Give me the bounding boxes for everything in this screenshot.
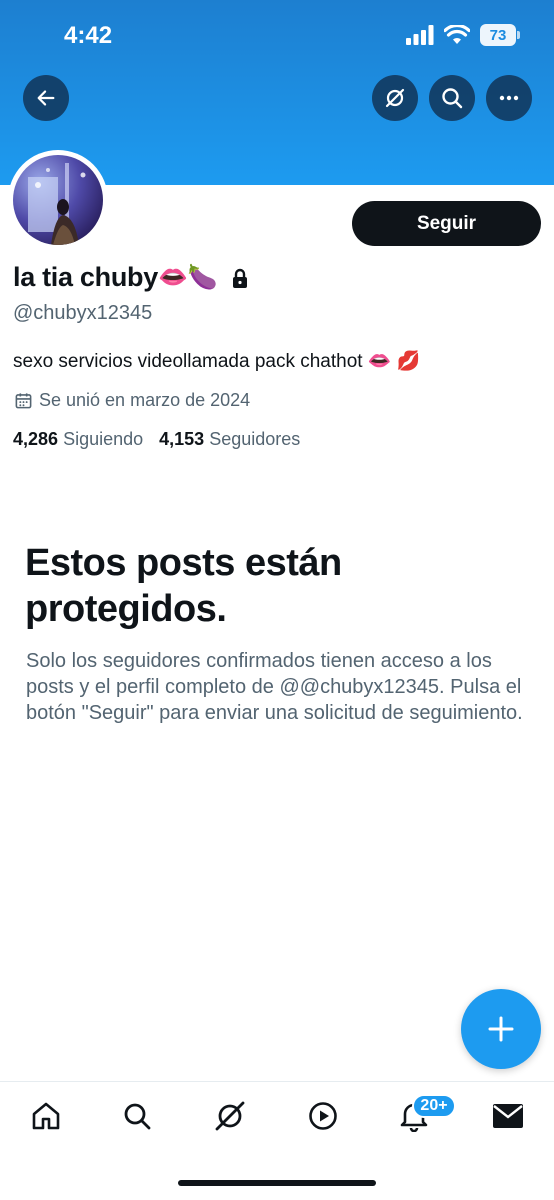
lock-icon: [232, 268, 247, 288]
avatar-illustration: [28, 163, 86, 245]
battery-level: 73: [489, 26, 507, 44]
search-button[interactable]: [429, 75, 475, 121]
profile-stats: 4,286 Siguiendo 4,153 Seguidores: [13, 429, 300, 450]
tab-home[interactable]: [28, 1098, 64, 1134]
profile-handle: @chubyx12345: [13, 302, 153, 324]
tab-video[interactable]: [305, 1098, 341, 1134]
more-button[interactable]: [486, 75, 532, 121]
followers-label: Seguidores: [209, 429, 301, 449]
calendar-icon: [15, 393, 32, 409]
joined-date: Se unió en marzo de 2024: [14, 390, 250, 411]
following-link[interactable]: 4,286 Siguiendo: [13, 429, 143, 450]
profile-name-emojis: 👄🍆: [157, 264, 218, 291]
more-icon: [499, 95, 519, 101]
protected-title: Estos posts están protegidos.: [25, 542, 342, 630]
tab-grok[interactable]: [212, 1098, 248, 1134]
followers-count: 4,153: [159, 429, 205, 449]
video-icon: [309, 1102, 337, 1130]
back-arrow-icon: [37, 90, 55, 106]
grok-tab-icon: [215, 1101, 245, 1131]
following-label: Siguiendo: [63, 429, 144, 449]
compose-post-button[interactable]: [461, 989, 541, 1069]
plus-icon: [488, 1016, 514, 1042]
profile-name: la tia chuby: [13, 262, 158, 292]
grok-button[interactable]: [372, 75, 418, 121]
mail-icon: [493, 1104, 523, 1128]
following-count: 4,286: [13, 429, 59, 449]
back-button[interactable]: [23, 75, 69, 121]
tab-explore[interactable]: [119, 1098, 155, 1134]
home-icon: [32, 1102, 60, 1130]
search-icon: [442, 88, 463, 109]
tab-messages[interactable]: [490, 1098, 526, 1134]
profile-name-row: la tia chuby 👄🍆: [13, 262, 250, 293]
avatar-image: [13, 155, 103, 245]
status-icons: 73: [406, 24, 520, 46]
joined-text: Se unió en marzo de 2024: [39, 390, 251, 410]
grok-icon: [385, 88, 405, 108]
protected-description: Solo los seguidores confirmados tienen a…: [26, 650, 523, 724]
explore-icon: [124, 1103, 151, 1130]
home-indicator: [178, 1180, 376, 1186]
cellular-signal-icon: [406, 25, 434, 45]
profile-bio: sexo servicios videollamada pack chathot…: [13, 351, 421, 372]
follow-button[interactable]: Seguir: [352, 201, 541, 246]
avatar[interactable]: [8, 150, 108, 250]
battery-indicator: 73: [480, 24, 520, 46]
status-time: 4:42: [64, 22, 113, 49]
followers-link[interactable]: 4,153 Seguidores: [159, 429, 300, 450]
notifications-badge: 20+: [412, 1094, 456, 1118]
wifi-icon: [444, 25, 470, 44]
